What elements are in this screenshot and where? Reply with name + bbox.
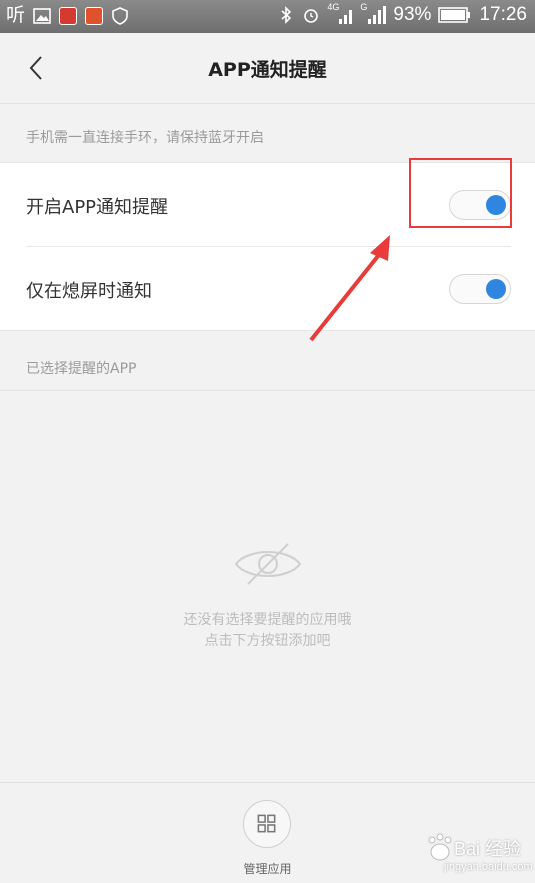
empty-state-line-1: 还没有选择要提醒的应用哦 bbox=[183, 612, 352, 628]
shield-icon bbox=[112, 7, 128, 25]
empty-state-line-2: 点击下方按钮添加吧 bbox=[204, 633, 331, 649]
signal-g-icon: G bbox=[360, 2, 387, 26]
manage-apps-button[interactable] bbox=[243, 800, 291, 848]
selected-apps-section: 已选择提醒的APP bbox=[0, 330, 535, 391]
setting-label-screen-off-only: 仅在熄屏时通知 bbox=[26, 281, 152, 302]
toggle-knob bbox=[486, 279, 506, 299]
battery-icon bbox=[438, 7, 471, 23]
bluetooth-hint: 手机需一直连接手环，请保持蓝牙开启 bbox=[0, 104, 535, 162]
watermark-brand: Bai 经验 bbox=[454, 839, 522, 859]
bluetooth-hint-text: 手机需一直连接手环，请保持蓝牙开启 bbox=[26, 130, 264, 146]
status-bar: 听 4G G 93% 17:26 bbox=[0, 0, 535, 33]
red-arrow-annotation bbox=[309, 235, 390, 342]
signal-bars-icon bbox=[339, 10, 353, 24]
app-notification-icon-2 bbox=[85, 7, 104, 25]
watermark-site: jingyan.baidu.com bbox=[444, 861, 533, 873]
setting-row-screen-off-only[interactable]: 仅在熄屏时通知 bbox=[0, 247, 535, 330]
grid-icon bbox=[257, 814, 276, 833]
page-title: APP通知提醒 bbox=[208, 59, 327, 81]
screen-off-only-toggle[interactable] bbox=[449, 274, 511, 304]
image-icon bbox=[33, 8, 51, 24]
signal-bars-icon-2 bbox=[368, 6, 387, 24]
alarm-icon bbox=[304, 9, 319, 23]
eye-off-icon bbox=[234, 543, 302, 585]
battery-percentage: 93% bbox=[393, 4, 432, 25]
app-notification-icon bbox=[59, 7, 78, 25]
highlight-box bbox=[409, 158, 512, 228]
setting-label-app-notification: 开启APP通知提醒 bbox=[26, 197, 169, 218]
status-left: 听 bbox=[6, 4, 129, 28]
selected-apps-title: 已选择提醒的APP bbox=[26, 361, 137, 377]
status-right: 4G G 93% 17:26 bbox=[277, 2, 527, 27]
bluetooth-icon bbox=[281, 6, 292, 24]
app-header: APP通知提醒 bbox=[0, 33, 535, 104]
signal-4g-icon: 4G bbox=[327, 2, 353, 26]
clock: 17:26 bbox=[479, 4, 527, 25]
status-left-text: 听 bbox=[6, 5, 26, 26]
